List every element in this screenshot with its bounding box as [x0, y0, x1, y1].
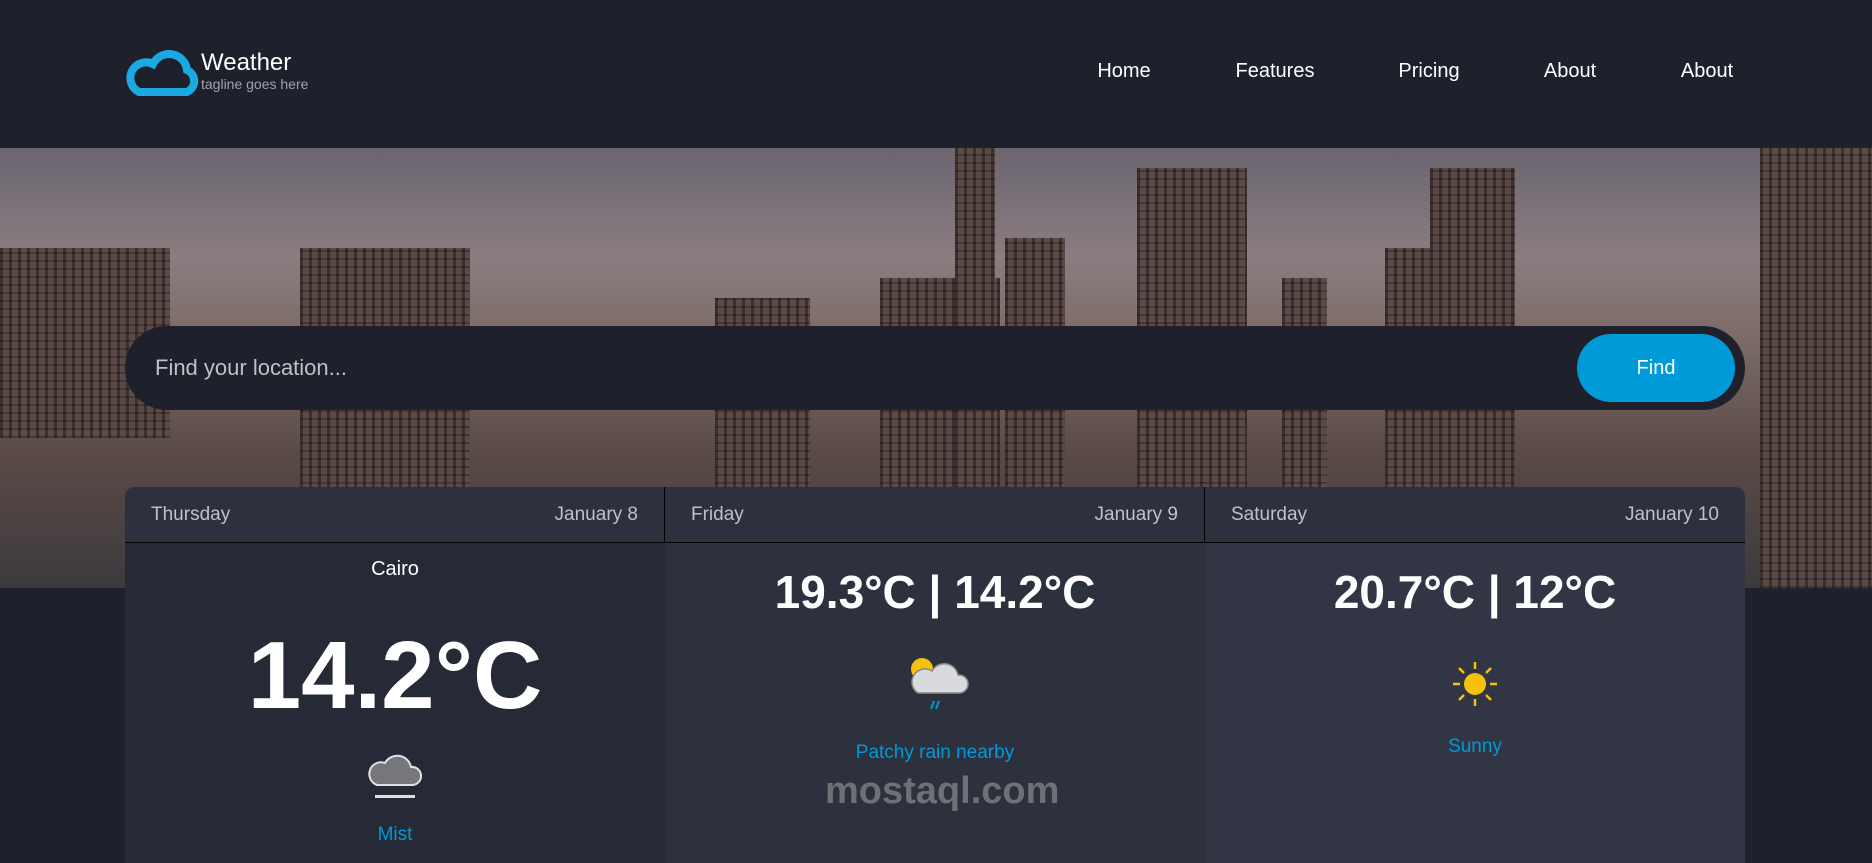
condition-text: Mist	[377, 824, 413, 845]
cloud-logo-icon	[126, 50, 199, 96]
tagline: tagline goes here	[201, 76, 309, 92]
forecast-card-day-3: Saturday January 10 20.7°C | 12°C Sunny	[1205, 487, 1745, 863]
card-header: Saturday January 10	[1205, 487, 1745, 543]
condition-text: Sunny	[1448, 736, 1502, 757]
temperature-range: 19.3°C | 14.2°C	[774, 566, 1096, 618]
day-label: Friday	[691, 503, 744, 525]
card-header: Thursday January 8	[125, 487, 665, 543]
building	[1760, 148, 1872, 588]
current-temperature: 14.2°C	[247, 622, 543, 729]
patchy-rain-icon	[911, 658, 969, 710]
temperature-range: 20.7°C | 12°C	[1333, 566, 1617, 618]
day-label: Thursday	[151, 503, 231, 525]
header: Weather tagline goes here Home Features …	[0, 0, 1872, 148]
sun-icon	[1453, 662, 1497, 706]
nav-pricing[interactable]: Pricing	[1398, 60, 1459, 83]
brand-name: Weather	[201, 49, 292, 76]
search-bar: Find	[125, 326, 1745, 410]
nav-about[interactable]: About	[1544, 60, 1596, 83]
logo[interactable]: Weather tagline goes here	[125, 48, 308, 98]
card-header: Friday January 9	[665, 487, 1205, 543]
mist-icon	[368, 754, 422, 798]
city-name: Cairo	[371, 558, 419, 580]
watermark: mostaql.com	[825, 770, 1060, 812]
location-input[interactable]	[155, 326, 1555, 410]
nav-about-2[interactable]: About	[1681, 60, 1733, 83]
find-button[interactable]: Find	[1577, 334, 1735, 402]
condition-text: Patchy rain nearby	[855, 742, 1015, 763]
nav-home[interactable]: Home	[1097, 60, 1150, 83]
forecast-card-today: Thursday January 8 Cairo 14.2°C Mist	[125, 487, 665, 863]
date-label: January 10	[1624, 503, 1719, 525]
date-label: January 9	[1094, 503, 1178, 525]
nav-features[interactable]: Features	[1236, 60, 1315, 83]
date-label: January 8	[554, 503, 638, 525]
day-label: Saturday	[1231, 503, 1308, 525]
